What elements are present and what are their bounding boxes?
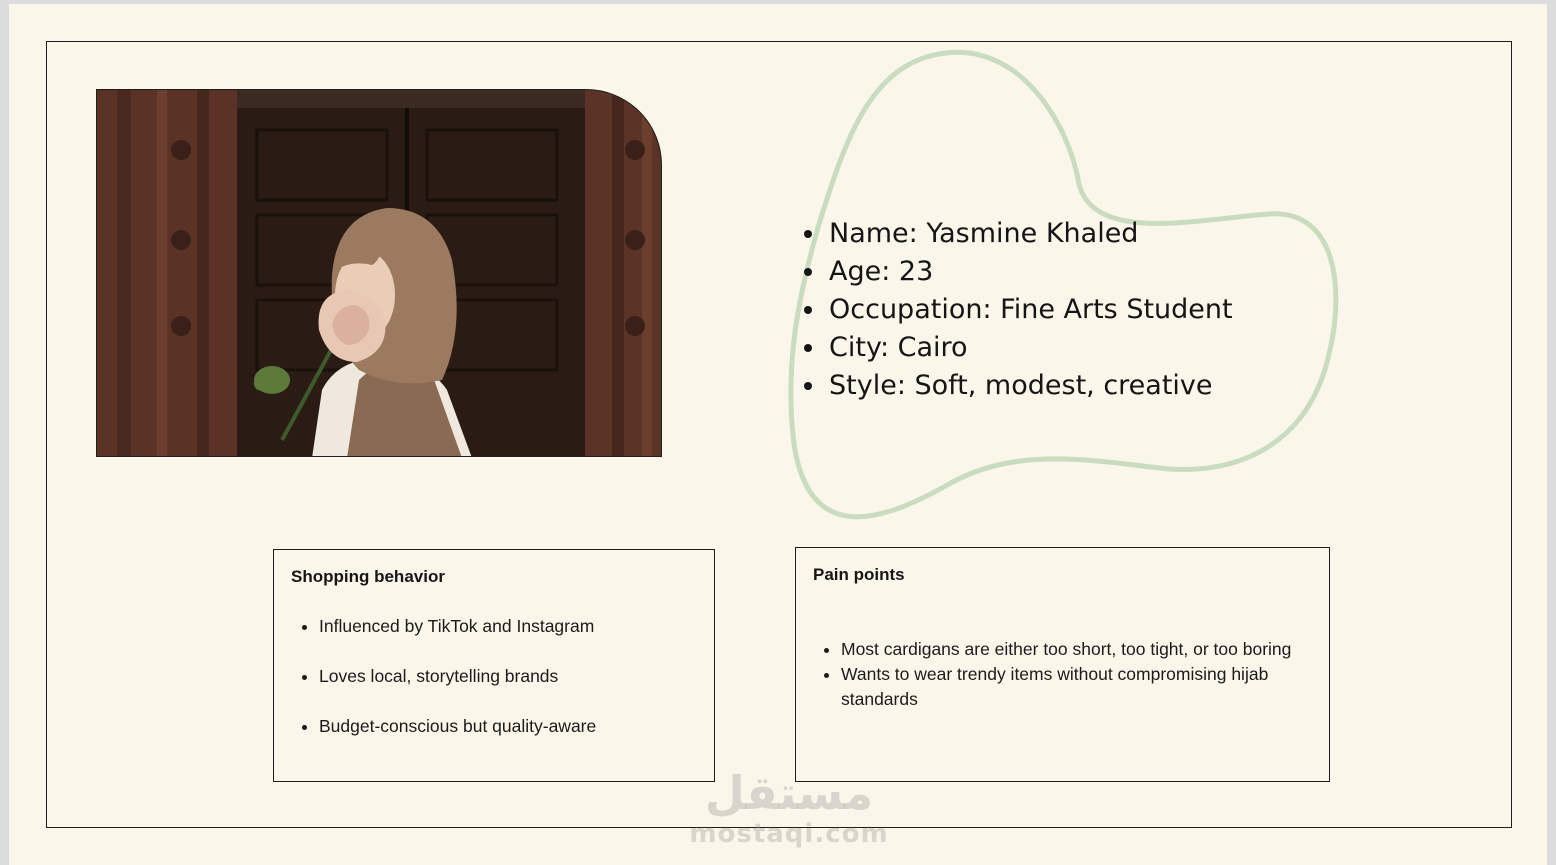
list-item: Budget-conscious but quality-aware <box>319 714 596 739</box>
list-item: Wants to wear trendy items without compr… <box>841 662 1321 712</box>
persona-info-list: Name: Yasmine Khaled Age: 23 Occupation:… <box>807 215 1233 405</box>
shopping-behavior-list: Influenced by TikTok and Instagram Loves… <box>291 614 596 764</box>
list-item: Influenced by TikTok and Instagram <box>319 614 596 639</box>
list-item: Loves local, storytelling brands <box>319 664 596 689</box>
persona-occupation: Occupation: Fine Arts Student <box>827 291 1233 329</box>
pain-points-title: Pain points <box>813 565 905 584</box>
persona-age: Age: 23 <box>827 253 1233 291</box>
watermark-latin: mostaqi.com <box>689 819 889 849</box>
persona-photo <box>96 89 662 457</box>
pain-points-card: Pain points Most cardigans are either to… <box>795 547 1330 782</box>
shopping-behavior-card: Shopping behavior Influenced by TikTok a… <box>273 549 715 782</box>
persona-style: Style: Soft, modest, creative <box>827 367 1233 405</box>
persona-name: Name: Yasmine Khaled <box>827 215 1233 253</box>
persona-page: Name: Yasmine Khaled Age: 23 Occupation:… <box>9 4 1547 865</box>
list-item: Most cardigans are either too short, too… <box>841 637 1321 662</box>
pain-points-list: Most cardigans are either too short, too… <box>813 637 1321 712</box>
watermark: مستقل mostaqi.com <box>669 766 909 848</box>
shopping-behavior-title: Shopping behavior <box>291 567 445 586</box>
persona-city: City: Cairo <box>827 329 1233 367</box>
watermark-arabic: مستقل <box>704 766 874 820</box>
